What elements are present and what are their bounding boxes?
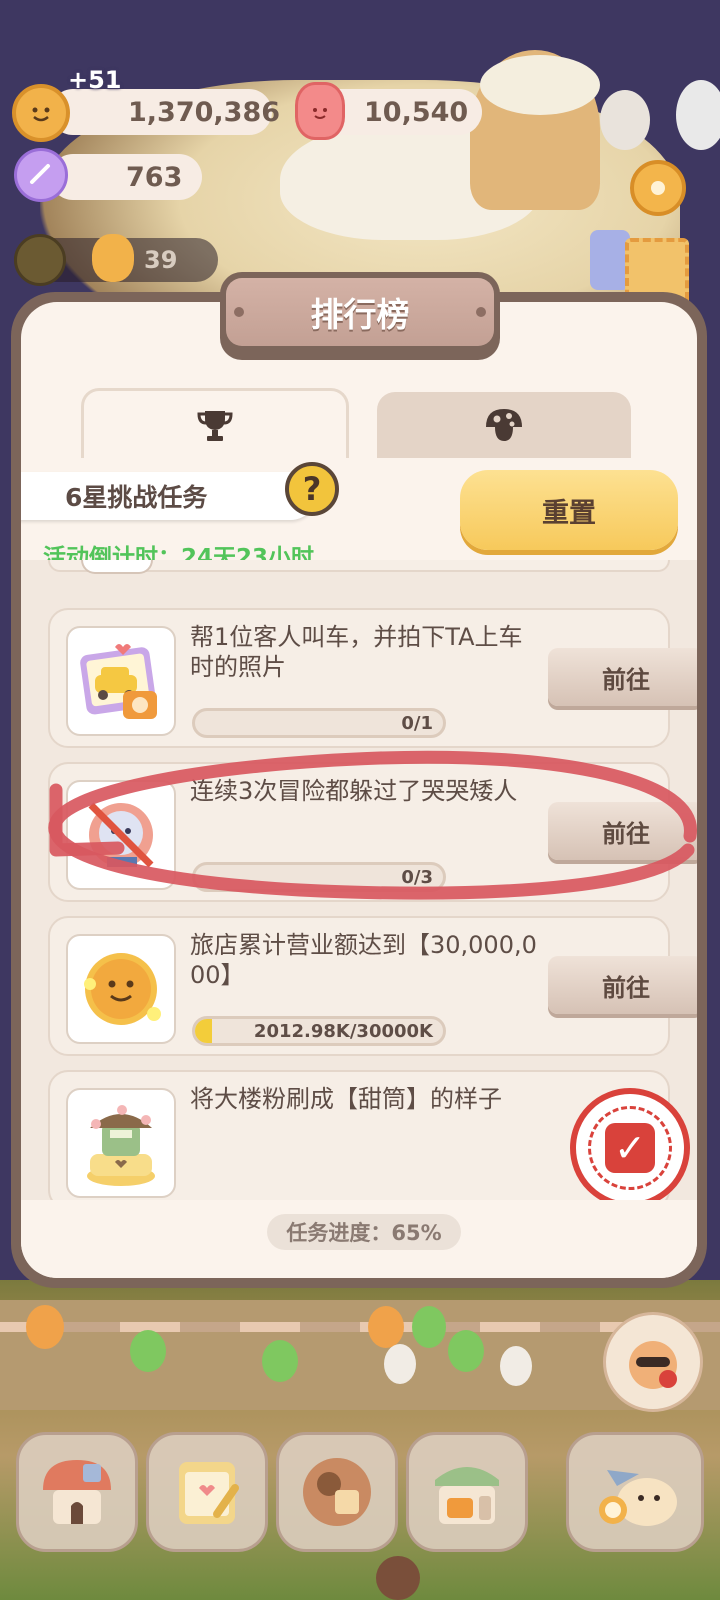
task-progress-bar: 0/3 (192, 862, 446, 892)
gem-amount: 763 (126, 161, 183, 193)
cookie-coin-icon (12, 84, 70, 142)
green-character (130, 1330, 166, 1372)
taxi-photo-icon (66, 626, 176, 736)
cafe-table-icon (303, 1458, 371, 1526)
leaderboard-modal: 6星挑战任务 ? 活动倒计时：24天23小时 重置 帮1位客人叫车，并拍下TA上… (11, 292, 707, 1288)
task-title: 6星挑战任务 (21, 472, 315, 520)
tab-mushroom[interactable] (377, 392, 631, 458)
overall-progress: 任务进度：65% (267, 1214, 461, 1250)
nav-notebook-button[interactable] (146, 1432, 268, 1552)
green-character (448, 1330, 484, 1372)
title-plate-face: 排行榜 (226, 278, 494, 346)
crying-dwarf-icon (66, 780, 176, 890)
candle-amount: 10,540 (364, 96, 469, 128)
furniture-icon (435, 1467, 499, 1524)
fish-creature-icon (599, 1470, 677, 1526)
stamp-ring: ✓ (588, 1106, 672, 1190)
task-list[interactable]: 帮1位客人叫车，并拍下TA上车时的照片 前往 0/1 连续3次冒险都躲过了哭哭矮… (21, 560, 697, 1200)
modal-title: 排行榜 (310, 295, 410, 334)
road-curb (0, 1322, 720, 1332)
progress-fill (195, 1019, 212, 1043)
nav-house-button[interactable] (16, 1432, 138, 1552)
task-description: 旅店累计营业额达到【30,000,000】 (190, 931, 537, 989)
goto-button[interactable]: 前往 (548, 648, 697, 706)
candy-gem-icon (14, 148, 68, 202)
progress-text: 0/3 (401, 866, 433, 888)
coin-amount: 1,370,386 (128, 96, 281, 128)
task-progress-bar: 0/1 (192, 708, 446, 738)
help-button[interactable]: ? (285, 462, 339, 516)
plate-rivet (234, 307, 244, 317)
task-description: 连续3次冒险都躲过了哭哭矮人 (190, 777, 518, 805)
nav-cafe-button[interactable] (276, 1432, 398, 1552)
checkmark-icon: ✓ (605, 1123, 655, 1173)
cookie-coin-icon (66, 934, 176, 1044)
task-item-dwarf: 连续3次冒险都躲过了哭哭矮人 前往 0/3 (48, 762, 697, 902)
candle-icon (295, 82, 345, 140)
chef-character (600, 90, 650, 150)
trophy-icon (197, 410, 233, 441)
modal-title-plate: 排行榜 (220, 272, 500, 360)
sunglasses-character (500, 1346, 532, 1386)
cone-cream (480, 55, 600, 115)
task-item-building: 将大楼粉刷成【甜筒】的样子 ✓ (48, 1070, 690, 1200)
coin-counter: 1,370,386 (50, 89, 280, 135)
task-item-revenue: 旅店累计营业额达到【30,000,000】 前往 2012.98K/30000K (48, 916, 697, 1056)
house-window (590, 230, 630, 290)
cookie-character (26, 1305, 64, 1349)
tab-trophy[interactable] (81, 388, 349, 458)
notebook-pencil-icon (179, 1462, 239, 1524)
girl-character (376, 1556, 420, 1600)
cat-chef-portrait[interactable] (603, 1312, 703, 1412)
reset-button[interactable]: 重置 (460, 470, 678, 550)
task-item-taxi: 帮1位客人叫车，并拍下TA上车时的照片 前往 0/1 (48, 608, 697, 748)
task-thumbnail (81, 560, 153, 574)
hotel-building-icon (66, 1088, 176, 1198)
flower-gear-button[interactable] (630, 160, 686, 216)
cookie-face-icon (92, 234, 134, 282)
cookie-character (368, 1306, 404, 1348)
goto-button[interactable]: 前往 (548, 956, 697, 1014)
green-character (412, 1306, 446, 1348)
goto-button[interactable]: 前往 (548, 802, 697, 860)
nav-adventure-button[interactable] (566, 1432, 704, 1552)
panda-character (676, 80, 720, 150)
task-description: 将大楼粉刷成【甜筒】的样子 (190, 1085, 502, 1113)
plate-rivet (476, 307, 486, 317)
level-value: 39 (144, 246, 178, 274)
mushroom-icon (486, 409, 522, 441)
sunglasses-character (384, 1344, 416, 1384)
sun-badge-icon (14, 234, 66, 286)
coin-bonus-text: +51 (68, 66, 122, 94)
task-progress-bar: 2012.98K/30000K (192, 1016, 446, 1046)
nav-furniture-button[interactable] (406, 1432, 528, 1552)
modal-panel: 6星挑战任务 ? 活动倒计时：24天23小时 重置 帮1位客人叫车，并拍下TA上… (21, 302, 697, 1278)
green-character (262, 1340, 298, 1382)
task-description: 帮1位客人叫车，并拍下TA上车时的照片 (190, 623, 523, 681)
gem-counter: 763 (50, 154, 202, 200)
progress-text: 2012.98K/30000K (253, 1020, 433, 1042)
progress-text: 0/1 (401, 712, 433, 734)
completed-stamp: ✓ (570, 1088, 690, 1200)
mushroom-house-icon (43, 1460, 111, 1524)
